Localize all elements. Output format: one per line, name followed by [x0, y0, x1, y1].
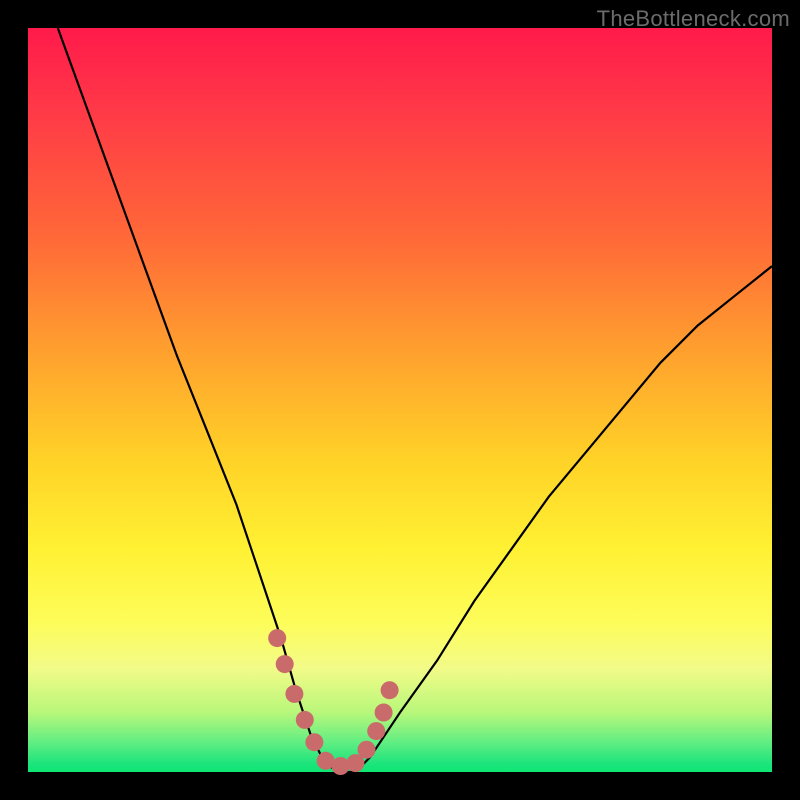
valley-marker [375, 704, 393, 722]
valley-marker [305, 733, 323, 751]
valley-marker [367, 722, 385, 740]
valley-marker [358, 741, 376, 759]
plot-area [28, 28, 772, 772]
chart-frame: TheBottleneck.com [0, 0, 800, 800]
chart-svg [28, 28, 772, 772]
bottleneck-curve-path [58, 28, 772, 772]
valley-marker [268, 629, 286, 647]
valley-marker [296, 711, 314, 729]
watermark-text: TheBottleneck.com [597, 6, 790, 32]
valley-marker [332, 757, 350, 775]
valley-markers-group [268, 629, 398, 775]
valley-marker [285, 685, 303, 703]
valley-marker [381, 681, 399, 699]
valley-marker [276, 655, 294, 673]
